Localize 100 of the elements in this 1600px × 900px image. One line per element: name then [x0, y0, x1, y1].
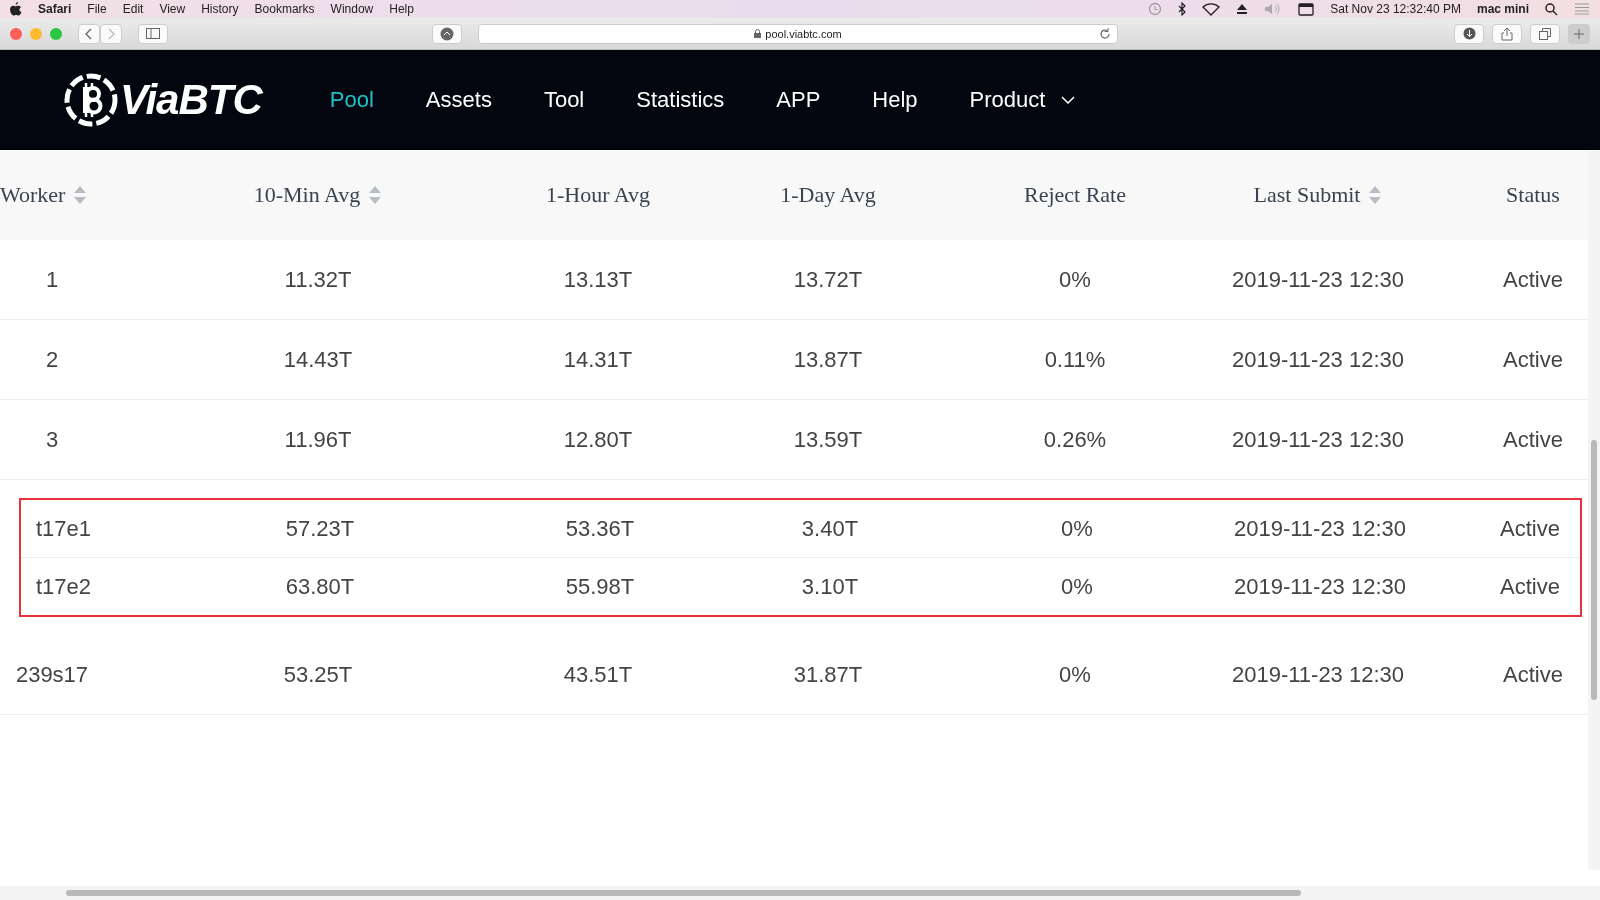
nav-link[interactable]: APP [776, 87, 821, 113]
table-cell-text: 0% [1058, 266, 1092, 293]
table-cell-text: 2019-11-23 12:30 [1230, 661, 1406, 688]
sort-icon[interactable] [73, 185, 88, 205]
table-cell-text: 3.40T [800, 515, 860, 542]
table-cell-text: 3 [44, 426, 60, 453]
tabs-button[interactable] [1530, 23, 1560, 44]
table-cell-text: 14.43T [282, 346, 354, 373]
nav-link[interactable]: Tool [543, 87, 585, 113]
keyboard-icon[interactable] [1298, 2, 1315, 16]
close-button[interactable] [10, 27, 22, 40]
table-cell-text: Active [1502, 426, 1564, 453]
table-cell-text: 2019-11-23 12:30 [1232, 573, 1408, 600]
table-cell-text: 12.80T [562, 426, 634, 453]
table-cell-text: Active [1499, 515, 1561, 542]
table-cell-text: 2019-11-23 12:30 [1232, 515, 1408, 542]
tabs-icon [1539, 27, 1551, 40]
nav-link[interactable]: Pool [329, 87, 374, 113]
badge-icon [440, 26, 454, 41]
nav-link[interactable]: Assets [425, 87, 492, 113]
horizontal-scrollbar[interactable] [0, 886, 1600, 900]
list-icon[interactable] [1574, 3, 1590, 15]
table-cell-text: 2019-11-23 12:30 [1230, 346, 1406, 373]
address-bar[interactable]: pool.viabtc.com [478, 23, 1118, 44]
nav-link[interactable]: Statistics [636, 87, 725, 113]
sidebar-button[interactable] [138, 23, 168, 44]
forward-button[interactable] [100, 23, 122, 44]
table-cell-text: 2 [44, 346, 60, 373]
apple-icon[interactable] [10, 2, 22, 16]
table-cell-text: Active [1502, 266, 1564, 293]
column-header: Last Submit [1253, 182, 1361, 208]
table-cell-text: 55.98T [564, 573, 636, 600]
table-cell-text: Active [1499, 573, 1561, 600]
table-cell-text: 53.36T [564, 515, 636, 542]
menu-item[interactable]: Help [389, 2, 414, 16]
table-cell-text: 0.26% [1042, 426, 1108, 453]
table-cell-text: 239s17 [14, 661, 90, 688]
nav-link[interactable]: Help [872, 87, 918, 113]
table-cell-text: 0% [1060, 515, 1094, 542]
search-icon[interactable] [1545, 2, 1558, 16]
table-cell-text: 11.32T [283, 266, 353, 293]
column-header: 10-Min Avg [253, 182, 361, 208]
table-cell-text: 0% [1058, 661, 1092, 688]
new-tab-button[interactable] [1568, 23, 1590, 44]
sort-icon[interactable] [1368, 185, 1383, 205]
menu-item[interactable]: View [159, 2, 186, 16]
menu-item[interactable]: Bookmarks [254, 2, 315, 16]
table-cell-text: 2019-11-23 12:30 [1230, 266, 1406, 293]
table-cell-text: 63.80T [284, 573, 356, 600]
speaker-icon[interactable] [1264, 3, 1283, 15]
menubar-user[interactable]: mac mini [1476, 2, 1529, 16]
table-cell-text: Active [1502, 346, 1564, 373]
table-cell-text: 57.23T [284, 515, 356, 542]
menu-item[interactable]: Window [330, 2, 374, 16]
table-cell-text: 3.10T [800, 573, 860, 600]
plus-icon [1574, 28, 1584, 39]
share-icon [1501, 26, 1513, 41]
table-cell-text: 53.25T [282, 661, 354, 688]
chevron-right-icon [107, 27, 115, 40]
bluetooth-icon[interactable] [1178, 2, 1187, 16]
table-cell-text: 0.11% [1043, 346, 1107, 373]
menu-item[interactable]: Edit [122, 2, 144, 16]
chevron-left-icon [85, 27, 93, 40]
column-header: Worker [0, 182, 66, 208]
table-cell-text: 13.13T [562, 266, 634, 293]
extension-button[interactable] [432, 23, 462, 44]
minimize-button[interactable] [30, 27, 42, 40]
menu-item[interactable]: Safari [38, 2, 72, 16]
sort-icon[interactable] [368, 185, 383, 205]
table-cell-text: t17e2 [34, 573, 93, 600]
wifi-icon[interactable] [1202, 2, 1221, 16]
table-cell-text: 13.87T [792, 346, 864, 373]
nav-link[interactable]: Product [969, 87, 1076, 113]
table-cell-text: 1 [44, 266, 60, 293]
column-header: Reject Rate [1024, 182, 1126, 208]
logo-text[interactable]: ViaBTC [120, 76, 262, 124]
reload-icon[interactable] [1099, 27, 1111, 40]
back-button[interactable] [78, 23, 100, 44]
menu-item[interactable]: History [201, 2, 239, 16]
table-cell-text: 13.72T [792, 266, 864, 293]
table-cell-text: 2019-11-23 12:30 [1230, 426, 1406, 453]
table-cell-text: 13.59T [792, 426, 864, 453]
column-header: Status [1506, 182, 1560, 208]
download-icon [1462, 27, 1476, 40]
table-cell-text: Active [1502, 661, 1564, 688]
menubar-clock[interactable]: Sat Nov 23 12:32:40 PM [1330, 2, 1461, 16]
downloads-button[interactable] [1454, 23, 1484, 44]
column-header: 1-Hour Avg [545, 182, 651, 208]
eject-icon[interactable] [1236, 3, 1249, 15]
zoom-button[interactable] [50, 27, 62, 40]
share-button[interactable] [1492, 23, 1522, 44]
menu-item[interactable]: File [87, 2, 107, 16]
table-cell-text: t17e1 [34, 515, 93, 542]
vertical-scrollbar[interactable] [1588, 150, 1600, 870]
column-header: 1-Day Avg [780, 182, 876, 208]
bitcoin-logo-icon[interactable] [64, 73, 118, 127]
table-cell-text: 43.51T [562, 661, 634, 688]
clock-icon[interactable] [1148, 2, 1163, 16]
table-cell-text: 31.87T [792, 661, 864, 688]
table-cell-text: 0% [1060, 573, 1094, 600]
